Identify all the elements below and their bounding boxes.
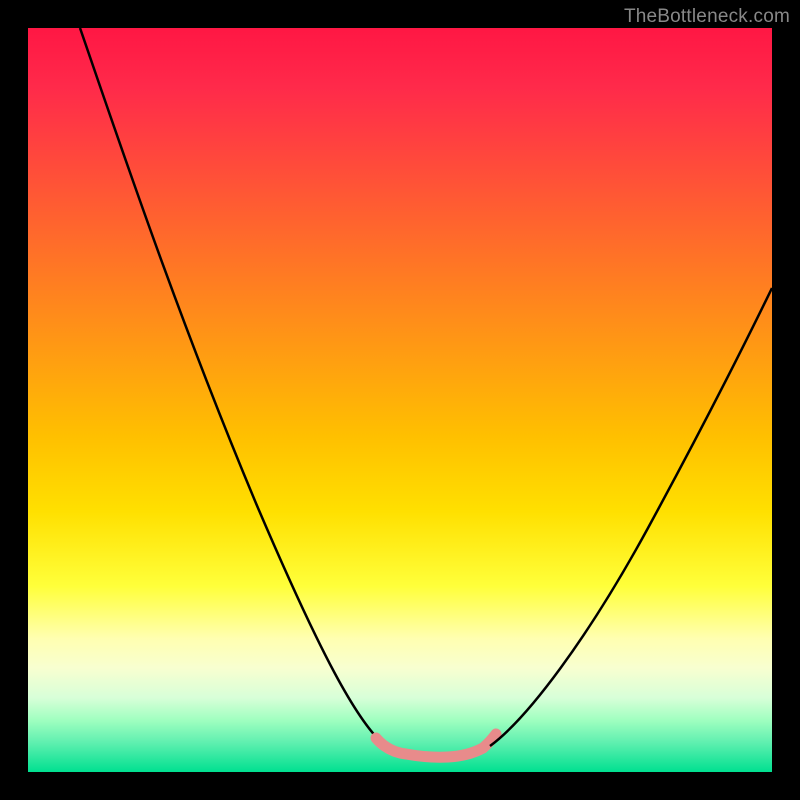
bottleneck-gradient	[28, 28, 772, 772]
plot-area	[28, 28, 772, 772]
chart-frame: TheBottleneck.com	[0, 0, 800, 800]
watermark-text: TheBottleneck.com	[624, 6, 790, 28]
